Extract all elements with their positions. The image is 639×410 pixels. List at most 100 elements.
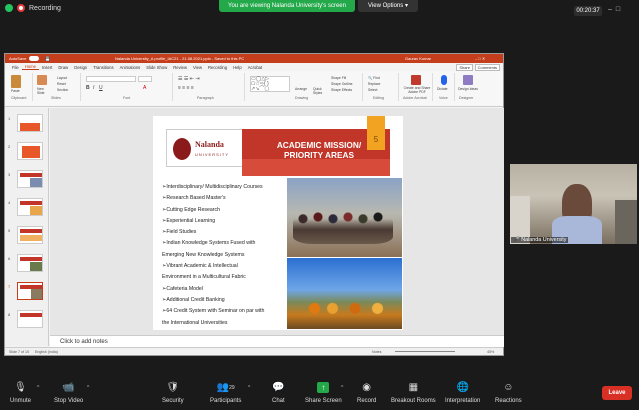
participant-video-tile[interactable]: 🎤 Nalanda University	[510, 164, 637, 244]
menu-help[interactable]: Help	[230, 65, 245, 70]
bold-icon[interactable]: B	[86, 85, 90, 91]
menu-transitions[interactable]: Transitions	[90, 65, 116, 70]
autosave-switch[interactable]	[29, 56, 39, 61]
interpretation-button[interactable]: 🌐 Interpretation	[445, 382, 480, 404]
font-color-icon[interactable]: A	[143, 85, 146, 91]
shape-outline-button[interactable]: Shape Outline	[331, 82, 353, 86]
status-zoom-level[interactable]: 45%	[487, 350, 494, 354]
italic-icon[interactable]: I	[93, 85, 94, 91]
breakout-rooms-button[interactable]: ▦ Breakout Rooms	[391, 382, 436, 404]
record-label: Record	[357, 398, 377, 404]
smile-icon: ☺	[503, 382, 514, 393]
slide-editor-canvas[interactable]: Nalanda UNIVERSITY ACADEMIC MISSION/ PRI…	[50, 108, 504, 335]
menu-acrobat[interactable]: Acrobat	[245, 65, 265, 70]
microphone-icon[interactable]	[441, 75, 447, 85]
align-icon[interactable]: ≡ ≡ ≡ ≡	[178, 85, 194, 91]
design-ideas-icon[interactable]	[463, 75, 473, 85]
security-button[interactable]: 🛡 Security	[162, 382, 184, 404]
powerpoint-window: AutoSave 💾 Nalanda University_A profile_…	[4, 53, 504, 356]
menu-review[interactable]: Review	[170, 65, 190, 70]
design-ideas-button[interactable]: Design Ideas	[458, 87, 478, 91]
record-icon: ◉	[362, 382, 372, 393]
security-shield-icon[interactable]	[5, 4, 13, 12]
section-button[interactable]: Section	[57, 88, 68, 92]
layout-button[interactable]: Layout	[57, 76, 67, 80]
unmute-button[interactable]: 🎙 Unmute	[10, 382, 31, 404]
maximize-icon[interactable]: □	[616, 6, 620, 13]
bullet-item: ➢Additional Credit Banking	[162, 296, 225, 303]
menu-file[interactable]: File	[9, 65, 22, 70]
slide-thumbnail-3[interactable]	[17, 170, 43, 188]
current-slide[interactable]: Nalanda UNIVERSITY ACADEMIC MISSION/ PRI…	[153, 116, 403, 330]
leave-button[interactable]: Leave	[602, 386, 632, 400]
stop-video-button[interactable]: 📹 Stop Video	[54, 382, 83, 404]
slide-thumbnail-6[interactable]	[17, 254, 43, 272]
notes-pane[interactable]: Click to add notes	[50, 335, 504, 347]
video-options-caret-icon[interactable]: ^	[87, 385, 89, 391]
bullet-item: ➢64 Credit System with Seminar on par wi…	[162, 308, 265, 315]
bullet-item: Environment in a Multicultural Fabric	[162, 274, 246, 281]
minimize-icon[interactable]: –	[608, 6, 612, 13]
reactions-button[interactable]: ☺ Reactions	[495, 382, 522, 404]
paste-icon[interactable]	[11, 75, 21, 88]
share-caret-icon[interactable]: ^	[341, 385, 343, 391]
ppt-status-bar: Slide 7 of 15 English (India) Notes 45%	[5, 347, 503, 355]
select-button[interactable]: Select	[368, 88, 377, 92]
shapes-gallery[interactable]: ▭◯△▷ ⬠☆⇨{ } ↗↘⌒▢	[250, 76, 290, 92]
find-button[interactable]: 🔍 Find	[368, 76, 380, 80]
arrange-button[interactable]: Arrange	[295, 87, 307, 91]
dictate-button[interactable]: Dictate	[437, 87, 448, 91]
autosave-toggle[interactable]: AutoSave	[9, 54, 26, 63]
participant-name-label: 🎤 Nalanda University	[511, 237, 569, 243]
new-slide-icon[interactable]	[37, 75, 47, 85]
share-button[interactable]: Share	[456, 64, 473, 71]
adobe-acrobat-label: Adobe Acrobat	[403, 96, 427, 100]
slide-thumbnail-2[interactable]	[17, 142, 43, 160]
meeting-timer: 00:20:37	[574, 6, 602, 16]
shape-fill-button[interactable]: Shape Fill	[331, 76, 346, 80]
slide-thumbnails-panel[interactable]: 1 2 3 4 5 6 7 8	[5, 108, 49, 346]
bullet-list: ➢Interdisciplinary/ Multidisciplinary Co…	[162, 182, 290, 329]
reset-button[interactable]: Reset	[57, 82, 66, 86]
participants-button[interactable]: 👥 29 Participants	[210, 382, 241, 404]
view-options-button[interactable]: View Options ▾	[358, 0, 418, 12]
replace-button[interactable]: Replace	[368, 82, 380, 86]
share-screen-button[interactable]: ↑ Share Screen	[305, 382, 342, 404]
underline-icon[interactable]: U	[99, 85, 103, 91]
adobe-pdf-icon[interactable]	[411, 75, 421, 85]
quick-styles-button[interactable]: Quick Styles	[313, 87, 327, 95]
ppt-window-controls[interactable]: – □ ✕	[475, 54, 485, 63]
zoom-slider[interactable]	[395, 351, 455, 352]
menu-design[interactable]: Design	[71, 65, 90, 70]
menu-recording[interactable]: Recording	[205, 65, 230, 70]
status-notes-button[interactable]: Notes	[372, 350, 381, 354]
slide-thumbnail-4[interactable]	[17, 198, 43, 216]
slide-thumbnail-5[interactable]	[17, 226, 43, 244]
record-button[interactable]: ◉ Record	[357, 382, 376, 404]
slide-thumbnail-1[interactable]	[17, 114, 43, 132]
font-name-select[interactable]	[86, 76, 136, 82]
save-icon[interactable]: 💾	[45, 54, 50, 63]
comments-button[interactable]: Comments	[474, 64, 500, 71]
status-language[interactable]: English (India)	[35, 350, 58, 354]
menu-insert[interactable]: Insert	[39, 65, 55, 70]
menu-view[interactable]: View	[190, 65, 205, 70]
menu-home[interactable]: Home	[21, 64, 39, 70]
paste-button[interactable]: Paste	[11, 89, 20, 93]
font-size-select[interactable]	[138, 76, 152, 82]
menu-animations[interactable]: Animations	[117, 65, 144, 70]
menu-slideshow[interactable]: Slide Show	[143, 65, 170, 70]
menu-draw[interactable]: Draw	[55, 65, 71, 70]
new-slide-button[interactable]: New Slide	[37, 87, 51, 95]
create-share-pdf-button[interactable]: Create and Share Adobe PDF	[403, 86, 431, 94]
audio-options-caret-icon[interactable]: ^	[37, 385, 39, 391]
participants-caret-icon[interactable]: ^	[248, 385, 250, 391]
bullets-icon[interactable]: ☰ ☰ ⇤ ⇥	[178, 76, 200, 82]
slide-thumbnail-7[interactable]	[17, 282, 43, 300]
status-slide-count: Slide 7 of 15	[9, 350, 29, 354]
slide-title: ACADEMIC MISSION/ PRIORITY AREAS	[256, 140, 382, 160]
slide-thumbnail-8[interactable]	[17, 310, 43, 328]
bullet-item: the International Universities	[162, 319, 228, 326]
chat-button[interactable]: 💬 Chat	[272, 382, 285, 404]
shape-effects-button[interactable]: Shape Effects	[331, 88, 352, 92]
